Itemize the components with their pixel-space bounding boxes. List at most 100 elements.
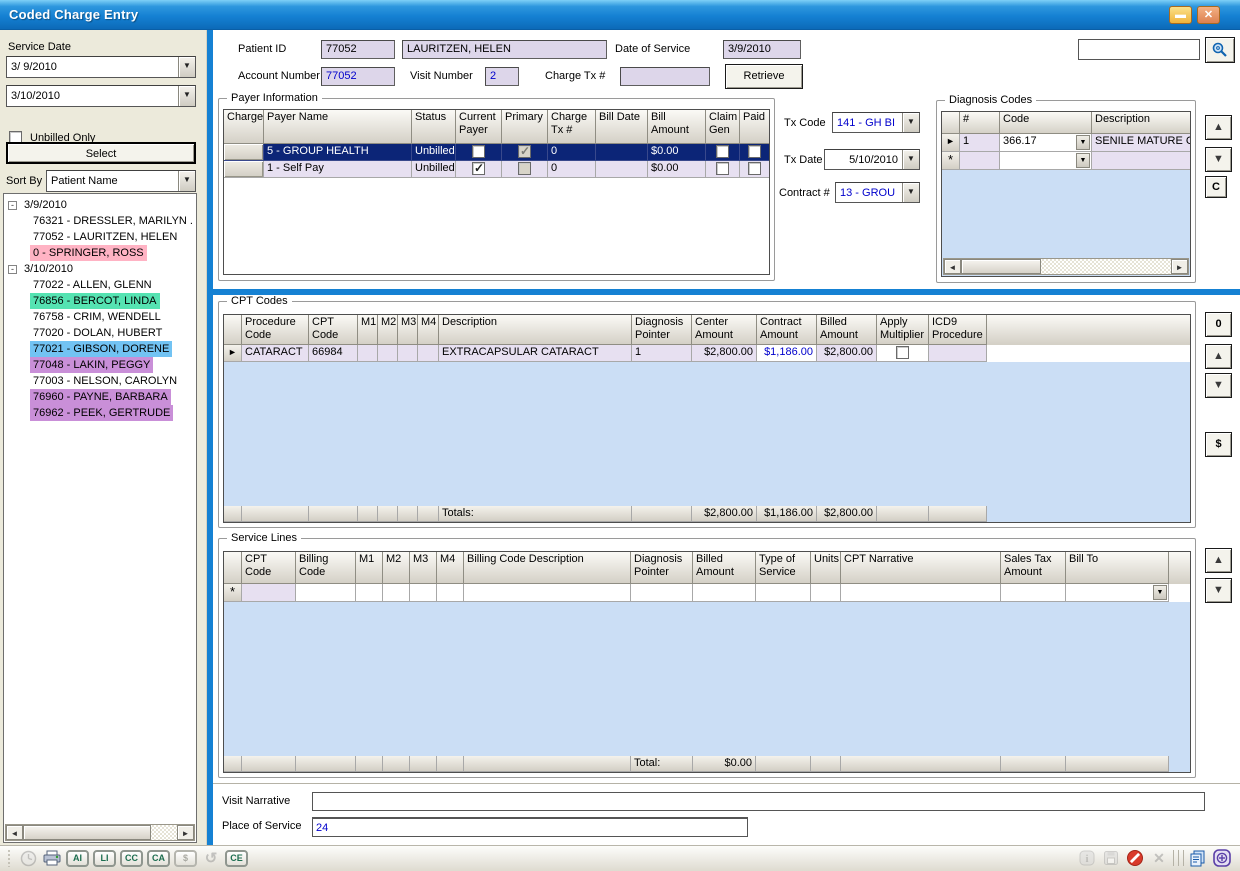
tree-node-patient[interactable]: 77048 - LAKIN, PEGGY	[4, 357, 196, 373]
chevron-down-icon[interactable]: ▼	[902, 183, 919, 202]
service-cell[interactable]	[811, 584, 841, 602]
payer-row[interactable]: 1 - Self PayUnbilled0$0.00	[224, 161, 769, 178]
contract-dropdown[interactable]: 13 - GROU ▼	[835, 182, 920, 203]
service-cell[interactable]	[410, 584, 437, 602]
diagnosis-code-cell[interactable]: ▼	[1000, 152, 1092, 170]
diagnosis-c-button[interactable]: C	[1205, 176, 1227, 198]
chevron-down-icon[interactable]: ▼	[902, 150, 919, 169]
search-button[interactable]	[1205, 37, 1235, 63]
diagnosis-code-cell[interactable]: 366.17▼	[1000, 134, 1092, 152]
cancel-button[interactable]	[1124, 848, 1146, 868]
service-cell[interactable]	[631, 584, 693, 602]
cc-button[interactable]: CC	[120, 850, 143, 867]
cpt-move-down-button[interactable]: ▼	[1205, 373, 1232, 398]
tree-horizontal-scrollbar[interactable]: ◄ ►	[5, 824, 195, 841]
tree-node-patient[interactable]: 76962 - PEEK, GERTRUDE	[4, 405, 196, 421]
diagnosis-code-combo[interactable]: 366.17▼	[1001, 135, 1090, 150]
retrieve-button[interactable]: Retrieve	[725, 64, 803, 89]
tree-node-patient[interactable]: 77020 - DOLAN, HUBERT	[4, 325, 196, 341]
select-button[interactable]: Select	[6, 142, 196, 164]
diagnosis-move-down-button[interactable]: ▼	[1205, 147, 1232, 172]
service-cell[interactable]	[296, 584, 356, 602]
claim-gen-checkbox[interactable]	[716, 162, 729, 175]
tree-node-patient[interactable]: 77021 - GIBSON, DORENE	[4, 341, 196, 357]
diagnosis-move-up-button[interactable]: ▲	[1205, 115, 1232, 140]
tx-date-dropdown[interactable]: 5/10/2010 ▼	[824, 149, 920, 170]
diagnosis-row[interactable]: ►1366.17▼SENILE MATURE CATARA	[942, 134, 1190, 152]
tree-node-date[interactable]: -3/9/2010	[4, 197, 196, 213]
bill-to-cell[interactable]: ▼	[1066, 584, 1169, 602]
cpt-move-up-button[interactable]: ▲	[1205, 344, 1232, 369]
chevron-down-icon[interactable]: ▼	[902, 113, 919, 132]
sort-by-dropdown[interactable]: Patient Name ▼	[46, 170, 196, 192]
current-payer-checkbox[interactable]	[472, 162, 485, 175]
tree-node-patient[interactable]: 76960 - PAYNE, BARBARA	[4, 389, 196, 405]
chevron-down-icon[interactable]: ▼	[1153, 585, 1167, 600]
service-cell[interactable]	[841, 584, 1001, 602]
service-cell[interactable]	[756, 584, 811, 602]
diagnosis-horizontal-scrollbar[interactable]: ◄ ►	[943, 258, 1189, 275]
chevron-down-icon[interactable]: ▼	[178, 171, 195, 191]
tree-node-patient[interactable]: 77022 - ALLEN, GLENN	[4, 277, 196, 293]
diagnosis-code-combo[interactable]: ▼	[1001, 153, 1090, 168]
ai-button[interactable]: AI	[66, 850, 89, 867]
service-cell[interactable]	[693, 584, 756, 602]
tree-node-date[interactable]: -3/10/2010	[4, 261, 196, 277]
tree-node-patient[interactable]: 76321 - DRESSLER, MARILYN .	[4, 213, 196, 229]
service-cell[interactable]	[356, 584, 383, 602]
sales-tax-cell[interactable]	[1001, 584, 1066, 602]
paid-checkbox[interactable]	[748, 145, 761, 158]
copy-charges-button[interactable]	[1187, 848, 1209, 868]
search-input[interactable]	[1078, 39, 1200, 60]
diagnosis-new-row[interactable]: *▼	[942, 152, 1190, 170]
service-date-from-dropdown[interactable]: 3/ 9/2010 ▼	[6, 56, 196, 78]
service-new-row[interactable]: *▼	[224, 584, 1190, 602]
service-move-down-button[interactable]: ▼	[1205, 578, 1232, 603]
tx-code-dropdown[interactable]: 141 - GH BI ▼	[832, 112, 920, 133]
cpt-row[interactable]: ►CATARACT66984EXTRACAPSULAR CATARACT1$2,…	[224, 345, 1190, 362]
tree-node-patient[interactable]: 0 - SPRINGER, ROSS	[4, 245, 196, 261]
patient-id-field[interactable]: 77052	[321, 40, 395, 59]
tree-node-patient[interactable]: 77003 - NELSON, CAROLYN	[4, 373, 196, 389]
scrollbar-thumb[interactable]	[23, 825, 151, 840]
account-number-field[interactable]: 77052	[321, 67, 395, 86]
scrollbar-thumb[interactable]	[961, 259, 1041, 274]
apply-multiplier-checkbox[interactable]	[896, 346, 909, 359]
claim-gen-checkbox[interactable]	[716, 145, 729, 158]
add-charge-button[interactable]	[1211, 848, 1233, 868]
place-of-service-input[interactable]	[312, 817, 748, 837]
scroll-right-icon[interactable]: ►	[177, 825, 194, 840]
chevron-down-icon[interactable]: ▼	[1076, 153, 1090, 168]
bill-to-combo[interactable]: ▼	[1067, 585, 1167, 600]
service-cell[interactable]	[383, 584, 410, 602]
visit-narrative-input[interactable]	[312, 792, 1205, 811]
scroll-right-icon[interactable]: ►	[1171, 259, 1188, 274]
collapse-icon[interactable]: -	[8, 265, 17, 274]
minimize-button[interactable]: ▬	[1169, 6, 1192, 24]
ca-button[interactable]: CA	[147, 850, 170, 867]
close-button[interactable]: ✕	[1197, 6, 1220, 24]
scroll-left-icon[interactable]: ◄	[6, 825, 23, 840]
chevron-down-icon[interactable]: ▼	[178, 57, 195, 77]
tree-node-patient[interactable]: 76758 - CRIM, WENDELL	[4, 309, 196, 325]
chevron-down-icon[interactable]: ▼	[1076, 135, 1090, 150]
service-move-up-button[interactable]: ▲	[1205, 548, 1232, 573]
payer-charge-cell[interactable]	[224, 161, 264, 178]
payer-charge-cell[interactable]	[224, 144, 264, 161]
ce-button[interactable]: CE	[225, 850, 248, 867]
charge-tx-field[interactable]	[620, 67, 710, 86]
service-cell[interactable]	[437, 584, 464, 602]
print-button[interactable]	[41, 848, 63, 868]
cpt-code-cell[interactable]	[242, 584, 296, 602]
paid-checkbox[interactable]	[748, 162, 761, 175]
visit-number-field[interactable]: 2	[485, 67, 519, 86]
current-payer-checkbox[interactable]	[472, 145, 485, 158]
li-button[interactable]: LI	[93, 850, 116, 867]
tree-node-patient[interactable]: 77052 - LAURITZEN, HELEN	[4, 229, 196, 245]
tree-node-patient[interactable]: 76856 - BERCOT, LINDA	[4, 293, 196, 309]
service-date-to-dropdown[interactable]: 3/10/2010 ▼	[6, 85, 196, 107]
cpt-zero-button[interactable]: 0	[1205, 312, 1232, 337]
cpt-dollar-button[interactable]: $	[1205, 432, 1232, 457]
collapse-icon[interactable]: -	[8, 201, 17, 210]
chevron-down-icon[interactable]: ▼	[178, 86, 195, 106]
